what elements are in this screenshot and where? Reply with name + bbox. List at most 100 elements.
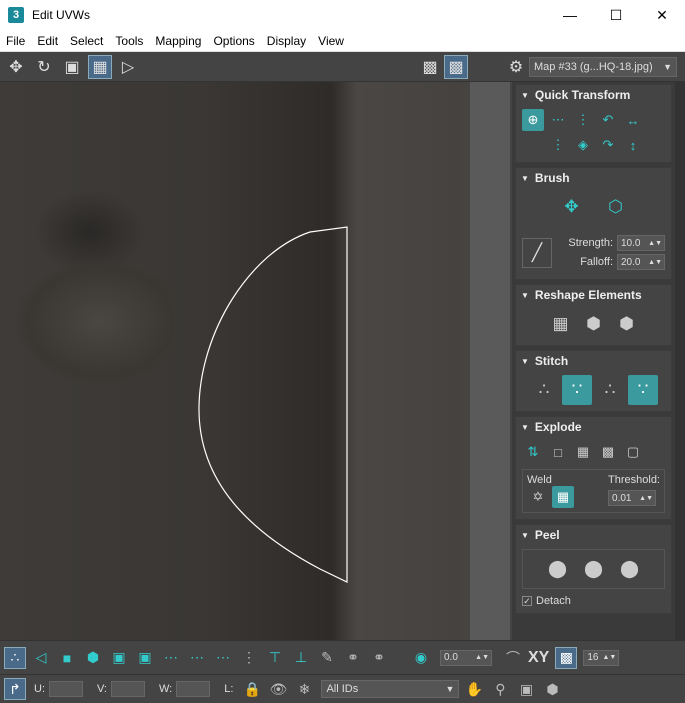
chevron-down-icon: ▼: [445, 684, 455, 694]
align-horizontal-icon[interactable]: ⋯: [547, 109, 569, 131]
app-icon: 3: [8, 7, 24, 23]
rollout-header[interactable]: ▼ Brush: [516, 168, 671, 188]
menu-edit[interactable]: Edit: [31, 34, 64, 48]
minimize-button[interactable]: —: [547, 0, 593, 30]
xy-label[interactable]: XY: [528, 649, 549, 667]
close-button[interactable]: ✕: [639, 0, 685, 30]
zoom-extents-icon[interactable]: ⬢: [541, 678, 563, 700]
brush-stroke-icon[interactable]: ╱: [522, 237, 552, 268]
texture-settings-icon[interactable]: ⚙: [504, 55, 528, 79]
spinner-arrows-icon: ▲▼: [602, 654, 617, 661]
material-id-select[interactable]: All IDs ▼: [321, 680, 460, 698]
panel-scrollbar[interactable]: [675, 82, 685, 640]
flatten-icon[interactable]: ⬢: [612, 309, 642, 339]
w-field[interactable]: [176, 681, 211, 697]
menu-options[interactable]: Options: [207, 34, 260, 48]
element-mode-icon[interactable]: ⬢: [82, 647, 104, 669]
relax-icon[interactable]: ⬢: [579, 309, 609, 339]
zoom-icon[interactable]: ⚲: [489, 678, 511, 700]
space-vertical-icon[interactable]: ↕: [622, 134, 644, 156]
falloff-spinner[interactable]: 20.0 ▲▼: [617, 254, 665, 270]
grow-selection-icon[interactable]: ▣: [108, 647, 130, 669]
maximize-button[interactable]: ☐: [593, 0, 639, 30]
rollout-header[interactable]: ▼ Stitch: [516, 351, 671, 371]
zoom-region-icon[interactable]: ▣: [515, 678, 537, 700]
rollout-header[interactable]: ▼ Quick Transform: [516, 85, 671, 105]
loop-grow-icon[interactable]: ⋮: [238, 647, 260, 669]
freeze-icon[interactable]: ❄: [293, 678, 315, 700]
rollout-header[interactable]: ▼ Peel: [516, 525, 671, 545]
align-edge-icon[interactable]: ⋮: [547, 134, 569, 156]
select-flip-icon[interactable]: ⊥: [290, 647, 312, 669]
strength-label: Strength:: [568, 237, 613, 249]
paint-select-icon[interactable]: ✎: [316, 647, 338, 669]
ring-grow-icon[interactable]: ⋯: [186, 647, 208, 669]
u-field[interactable]: [49, 681, 83, 697]
map-select[interactable]: Map #33 (g...HQ-18.jpg) ▼: [529, 57, 677, 77]
threshold-spinner[interactable]: 0.01 ▲▼: [608, 490, 657, 506]
menu-view[interactable]: View: [312, 34, 350, 48]
transform-type-in-icon[interactable]: ↱: [4, 678, 26, 700]
menu-select[interactable]: Select: [64, 34, 109, 48]
detach-checkbox[interactable]: ✓: [522, 596, 532, 606]
scale-icon[interactable]: ▣: [60, 55, 84, 79]
mirror-icon[interactable]: ▷: [116, 55, 140, 79]
checker-icon[interactable]: ▩: [418, 55, 442, 79]
paint-move-icon[interactable]: ✥: [557, 192, 587, 222]
stitch-to-target-icon[interactable]: ∵: [562, 375, 592, 405]
hide-icon[interactable]: 👁: [267, 678, 289, 700]
freeform-icon[interactable]: ▦: [88, 54, 112, 79]
rollout-header[interactable]: ▼ Explode: [516, 417, 671, 437]
stitch-average-icon[interactable]: ∴: [595, 375, 625, 405]
loop-icon[interactable]: ⋯: [212, 647, 234, 669]
move-icon[interactable]: ✥: [4, 55, 28, 79]
straighten-icon[interactable]: ▦: [546, 309, 576, 339]
set-pivot-icon[interactable]: ⊕: [522, 109, 544, 131]
uv-viewport[interactable]: [0, 82, 510, 640]
lock-icon[interactable]: 🔒: [241, 678, 263, 700]
grid-snap-icon[interactable]: ▩: [555, 646, 578, 669]
menu-display[interactable]: Display: [261, 34, 312, 48]
strength-spinner[interactable]: 10.0 ▲▼: [617, 235, 665, 251]
edge-mode-icon[interactable]: ◁: [30, 647, 52, 669]
space-horizontal-icon[interactable]: ↔: [622, 109, 644, 131]
align-cluster-icon[interactable]: ◈: [572, 134, 594, 156]
v-label: V:: [97, 683, 107, 695]
brush-grow-icon[interactable]: ⚭: [342, 647, 364, 669]
grid-spinner[interactable]: 16 ▲▼: [583, 649, 620, 666]
flatten-by-material-icon[interactable]: ▢: [622, 441, 644, 463]
vertex-mode-icon[interactable]: ∴: [4, 646, 26, 669]
checker-active-icon[interactable]: ▩: [444, 54, 468, 79]
flatten-by-smoothing-icon[interactable]: ▩: [597, 441, 619, 463]
brush-shrink-icon[interactable]: ⚭: [368, 647, 390, 669]
reset-peel-icon[interactable]: ⬤: [615, 554, 645, 584]
v-field[interactable]: [111, 681, 145, 697]
menu-file[interactable]: File: [0, 34, 31, 48]
relax-brush-icon[interactable]: ⬡: [601, 192, 631, 222]
angle-spinner[interactable]: 0.0 ▲▼: [440, 649, 492, 666]
quick-peel-icon[interactable]: ⬤: [543, 554, 573, 584]
weld-selected-icon[interactable]: ✡: [527, 486, 549, 508]
align-vertical-icon[interactable]: ⋮: [572, 109, 594, 131]
pan-icon[interactable]: ✋: [463, 678, 485, 700]
rotate-ccw-icon[interactable]: ↶: [597, 109, 619, 131]
falloff-curve-icon[interactable]: ⌒: [502, 647, 524, 669]
rollout-header[interactable]: ▼ Reshape Elements: [516, 285, 671, 305]
menu-mapping[interactable]: Mapping: [149, 34, 207, 48]
polygon-mode-icon[interactable]: ■: [56, 647, 78, 669]
stitch-custom-icon[interactable]: ∴: [529, 375, 559, 405]
ring-icon[interactable]: ⋯: [160, 647, 182, 669]
weld-all-icon[interactable]: ▦: [552, 486, 574, 508]
rotate-icon[interactable]: ↻: [32, 55, 56, 79]
select-overlap-icon[interactable]: ⊤: [264, 647, 286, 669]
detach-option[interactable]: ✓ Detach: [522, 595, 665, 607]
stitch-to-source-icon[interactable]: ∵: [628, 375, 658, 405]
detach-icon[interactable]: □: [547, 441, 569, 463]
shrink-selection-icon[interactable]: ▣: [134, 647, 156, 669]
explode-icon[interactable]: ▦: [572, 441, 594, 463]
rotate-cw-icon[interactable]: ↷: [597, 134, 619, 156]
soft-selection-icon[interactable]: ◉: [410, 647, 432, 669]
peel-mode-icon[interactable]: ⬤: [579, 554, 609, 584]
menu-tools[interactable]: Tools: [109, 34, 149, 48]
break-icon[interactable]: ⇅: [522, 441, 544, 463]
